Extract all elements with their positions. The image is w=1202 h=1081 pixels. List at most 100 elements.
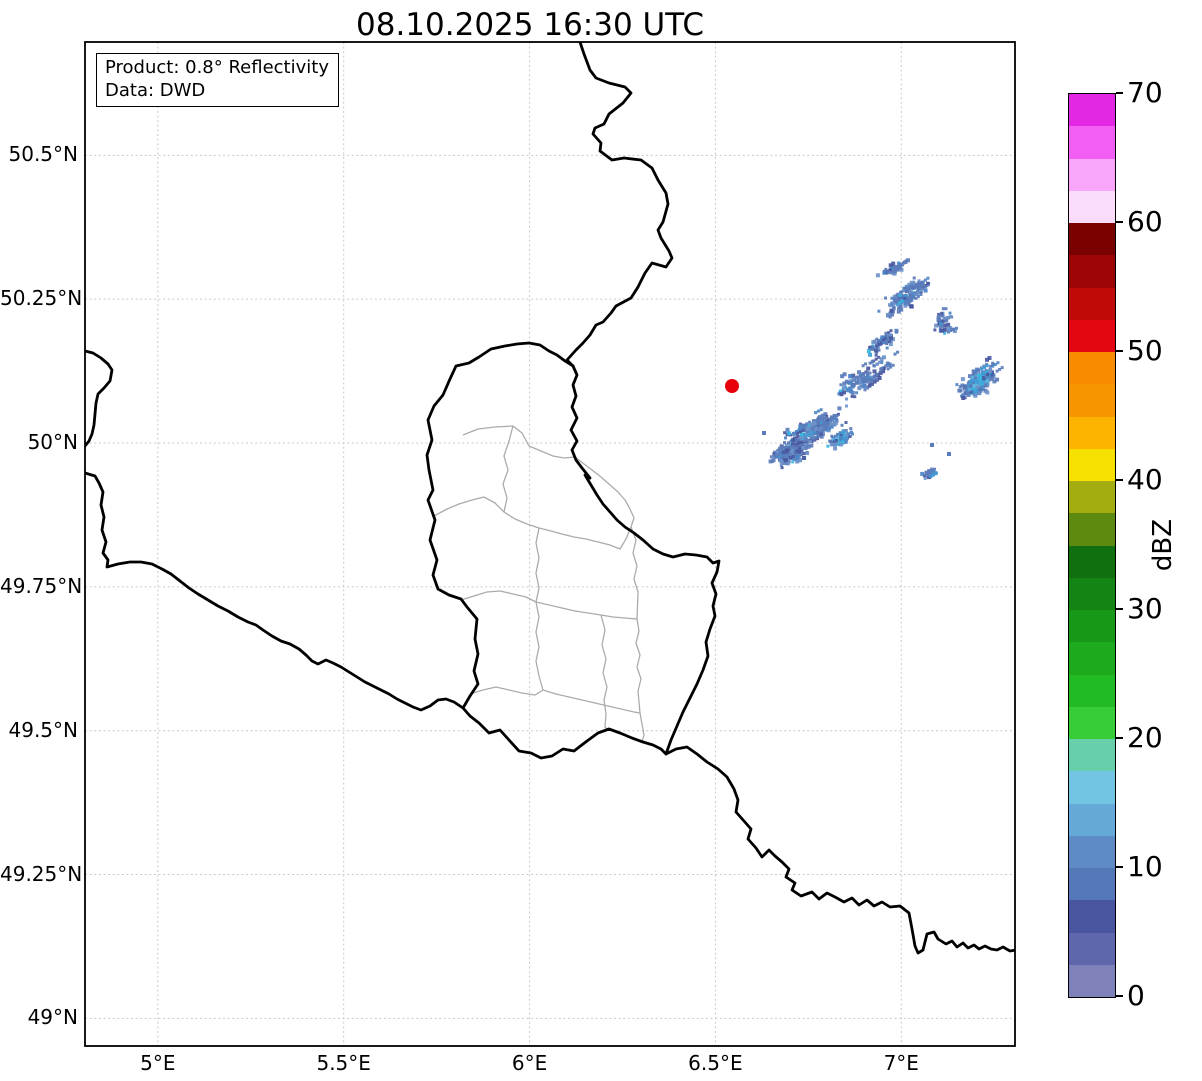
radar-echo — [942, 316, 946, 320]
radar-echo — [947, 328, 951, 332]
radar-echo — [899, 304, 903, 308]
radar-echo — [909, 284, 914, 289]
radar-echo — [986, 372, 990, 376]
radar-echo — [779, 462, 783, 466]
radar-echo — [791, 454, 795, 458]
radar-echo — [897, 261, 901, 265]
radar-echo — [835, 414, 839, 418]
canton-border — [630, 526, 645, 743]
radar-echo — [946, 322, 951, 327]
radar-echo — [882, 366, 886, 370]
radar-echo — [837, 406, 842, 411]
gridlines — [85, 42, 1015, 1046]
radar-echo — [870, 378, 874, 381]
radar-echo — [819, 408, 823, 412]
y-tick-label: 50°N — [27, 430, 78, 455]
radar-echo — [889, 333, 892, 337]
y-tick-label: 49.75°N — [0, 573, 83, 598]
canton-border — [433, 496, 632, 550]
radar-echo — [787, 441, 791, 445]
radar-echo — [972, 387, 976, 391]
radar-echo — [857, 386, 862, 391]
colorbar-tick-label: 10 — [1127, 850, 1163, 883]
colorbar-segment — [1069, 577, 1115, 610]
colorbar-tick-label: 20 — [1127, 721, 1163, 754]
radar-echo — [942, 327, 947, 332]
colorbar-segment — [1069, 867, 1115, 901]
radar-echo — [960, 377, 965, 382]
radar-echo — [791, 460, 795, 464]
radar-echo — [919, 293, 923, 296]
colorbar-tick-label: 70 — [1127, 76, 1163, 109]
radar-echo — [868, 352, 873, 357]
radar-echo — [991, 361, 995, 365]
radar-echo — [834, 439, 838, 442]
plot-frame — [84, 41, 1016, 1047]
x-tick-label: 6°E — [511, 1051, 548, 1075]
radar-echo — [975, 385, 979, 389]
colorbar-segment — [1069, 641, 1115, 675]
radar-echo — [884, 296, 887, 300]
radar-echo — [893, 352, 897, 356]
colorbar-tick — [1116, 608, 1123, 610]
colorbar-tick — [1116, 221, 1123, 223]
radar-echo — [866, 366, 871, 371]
country-border-france-belgium-givet — [85, 349, 114, 448]
radar-echo — [780, 447, 784, 451]
colorbar-segment — [1069, 674, 1115, 707]
colorbar-segment — [1069, 609, 1115, 643]
radar-echo — [908, 289, 913, 294]
radar-echo — [796, 454, 801, 459]
radar-echo — [833, 423, 837, 427]
colorbar-segment — [1069, 93, 1115, 127]
radar-echo — [955, 383, 959, 387]
radar-echo — [889, 329, 893, 333]
product-info-line1: Product: 0.8° Reflectivity — [105, 57, 329, 78]
radar-echo — [778, 458, 783, 463]
radar-echo — [791, 445, 795, 449]
radar-echo — [923, 288, 928, 293]
radar-echo — [973, 393, 978, 398]
radar-echo — [848, 374, 853, 378]
radar-echo — [919, 289, 923, 293]
radar-echo — [850, 394, 854, 398]
radar-echo — [936, 315, 940, 319]
radar-echo — [772, 454, 776, 458]
radar-echo — [877, 309, 881, 313]
map-canvas — [84, 41, 1016, 1047]
radar-echo — [964, 386, 968, 390]
radar-echo — [844, 434, 848, 437]
canton-border — [460, 590, 638, 620]
radar-echo — [926, 281, 930, 285]
radar-echo — [975, 379, 980, 384]
radar-echo — [878, 360, 881, 364]
radar-echo — [818, 418, 822, 422]
colorbar-tick-label: 60 — [1127, 205, 1163, 238]
radar-echo — [829, 442, 834, 447]
radar-echo — [852, 377, 856, 381]
x-tick-label: 7°E — [883, 1051, 919, 1075]
radar-echo — [868, 371, 872, 375]
colorbar-tick — [1116, 737, 1123, 739]
country-border-france-belgium — [85, 471, 465, 712]
radar-echo — [845, 397, 848, 401]
radar-echo — [804, 438, 808, 443]
radar-echo — [894, 328, 899, 333]
y-tick-label: 50.25°N — [0, 286, 83, 311]
radar-echo — [875, 273, 880, 278]
radar-echo — [912, 280, 916, 284]
radar-echo — [893, 300, 897, 304]
radar-echo — [961, 396, 966, 400]
radar-echo — [787, 431, 792, 436]
colorbar-segment — [1069, 932, 1115, 965]
radar-echo — [990, 373, 994, 377]
radar-echo — [866, 349, 871, 354]
radar-echo — [801, 455, 806, 460]
y-tick-label: 49.5°N — [8, 717, 79, 742]
radar-echo — [828, 417, 832, 421]
radar-echo — [968, 385, 972, 388]
radar-echo — [884, 267, 888, 271]
radar-echo — [828, 427, 831, 431]
canton-border — [600, 614, 609, 731]
radar-echo — [854, 380, 859, 385]
